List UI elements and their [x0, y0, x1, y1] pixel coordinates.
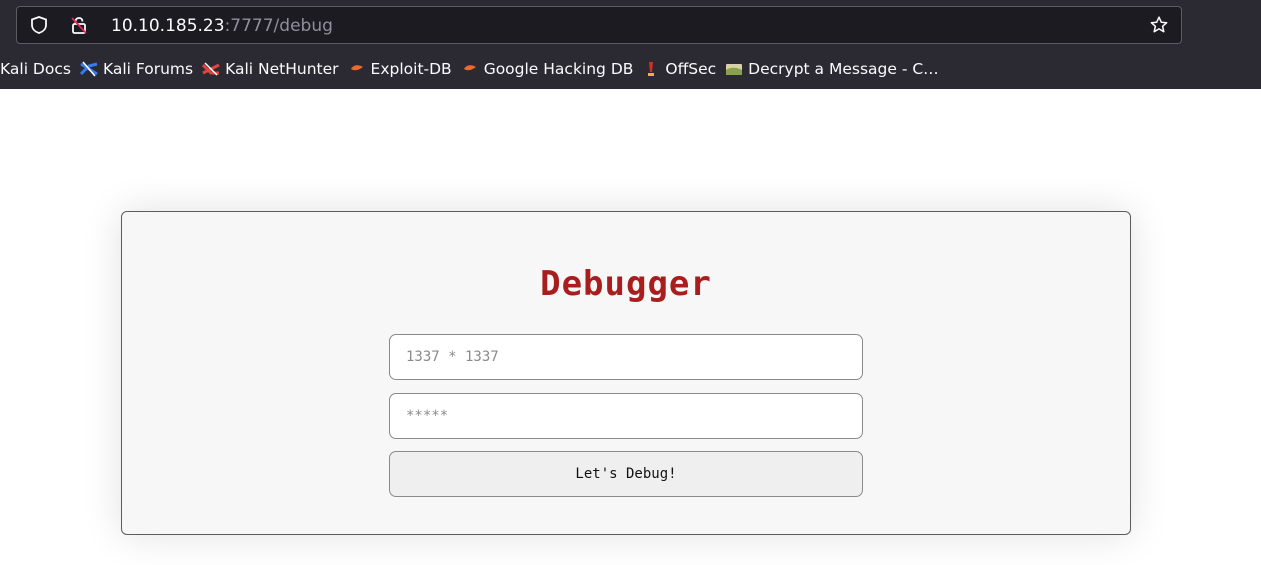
- page-title: Debugger: [540, 264, 712, 304]
- bookmark-label: Kali Forums: [102, 60, 194, 78]
- bookmark-star-icon[interactable]: [1149, 15, 1169, 35]
- debugger-card: Debugger Let's Debug!: [121, 211, 1131, 535]
- kali-forums-icon: [79, 61, 98, 77]
- bookmark-offsec[interactable]: OffSec: [642, 56, 725, 82]
- exploit-db-icon: [350, 65, 363, 71]
- url-host: 10.10.185.23: [111, 16, 225, 36]
- bookmark-label: Kali NetHunter: [225, 60, 339, 78]
- bookmark-exploit-db[interactable]: Exploit-DB: [348, 56, 461, 82]
- bookmark-kali-nethunter[interactable]: Kali NetHunter: [202, 56, 347, 82]
- insecure-lock-icon[interactable]: [69, 15, 89, 35]
- bookmark-decrypt-message[interactable]: Decrypt a Message - C…: [725, 56, 948, 82]
- bookmark-label: Google Hacking DB: [483, 60, 634, 78]
- bookmarks-toolbar: Kali Docs Kali Forums Kali NetHunter Exp…: [0, 56, 1261, 82]
- decrypt-icon: [726, 64, 743, 75]
- offsec-icon: [648, 62, 655, 76]
- shield-icon[interactable]: [29, 15, 49, 35]
- bookmark-label: OffSec: [665, 60, 717, 78]
- bookmark-label: Decrypt a Message - C…: [748, 60, 939, 78]
- bookmark-kali-forums[interactable]: Kali Forums: [79, 56, 202, 82]
- url-text[interactable]: 10.10.185.23:7777/debug: [111, 15, 333, 37]
- debug-submit-button[interactable]: Let's Debug!: [389, 451, 863, 497]
- bookmark-kali-docs[interactable]: Kali Docs: [0, 56, 80, 82]
- url-bar[interactable]: 10.10.185.23:7777/debug: [16, 6, 1182, 44]
- ghdb-icon: [463, 65, 476, 71]
- bookmark-label: Exploit-DB: [370, 60, 452, 78]
- expression-input[interactable]: [389, 334, 863, 380]
- url-path: :7777/debug: [224, 16, 333, 36]
- kali-nethunter-icon: [202, 62, 220, 76]
- password-input[interactable]: [389, 393, 863, 439]
- bookmark-label: Kali Docs: [0, 60, 71, 78]
- bookmark-google-hacking-db[interactable]: Google Hacking DB: [461, 56, 643, 82]
- browser-chrome: 10.10.185.23:7777/debug Kali Docs Kali F…: [0, 0, 1261, 89]
